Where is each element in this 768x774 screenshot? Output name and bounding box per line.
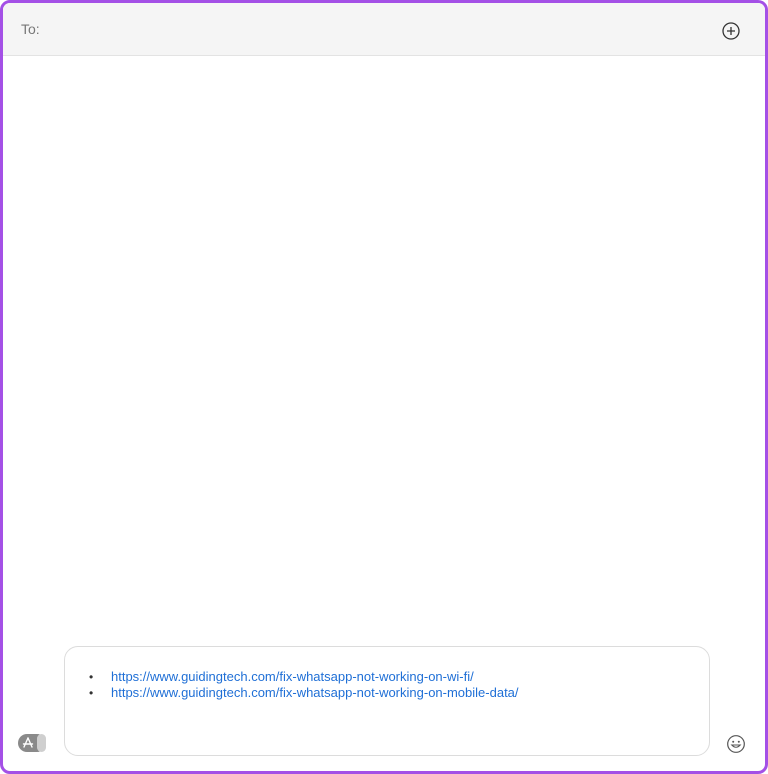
list-item: • https://www.guidingtech.com/fix-whatsa… (89, 685, 519, 701)
emoji-button[interactable] (726, 734, 746, 754)
list-item: • https://www.guidingtech.com/fix-whatsa… (89, 669, 519, 685)
apps-button[interactable] (17, 733, 47, 753)
message-input[interactable]: • https://www.guidingtech.com/fix-whatsa… (64, 646, 710, 756)
recipient-bar: To: (3, 3, 765, 56)
bullet: • (89, 686, 94, 700)
link-list: • https://www.guidingtech.com/fix-whatsa… (89, 669, 519, 701)
to-label: To: (21, 21, 40, 37)
add-recipient-button[interactable] (720, 20, 742, 42)
bullet: • (89, 670, 94, 684)
messages-window: To: • https://www.guidingtech.com/fix-wh… (0, 0, 768, 774)
conversation-area (3, 56, 765, 636)
emoji-icon (727, 735, 745, 753)
plus-circle-icon (722, 22, 740, 40)
link-wifi[interactable]: https://www.guidingtech.com/fix-whatsapp… (111, 669, 474, 684)
link-mobile-data[interactable]: https://www.guidingtech.com/fix-whatsapp… (111, 685, 519, 700)
app-store-icon (18, 734, 46, 752)
